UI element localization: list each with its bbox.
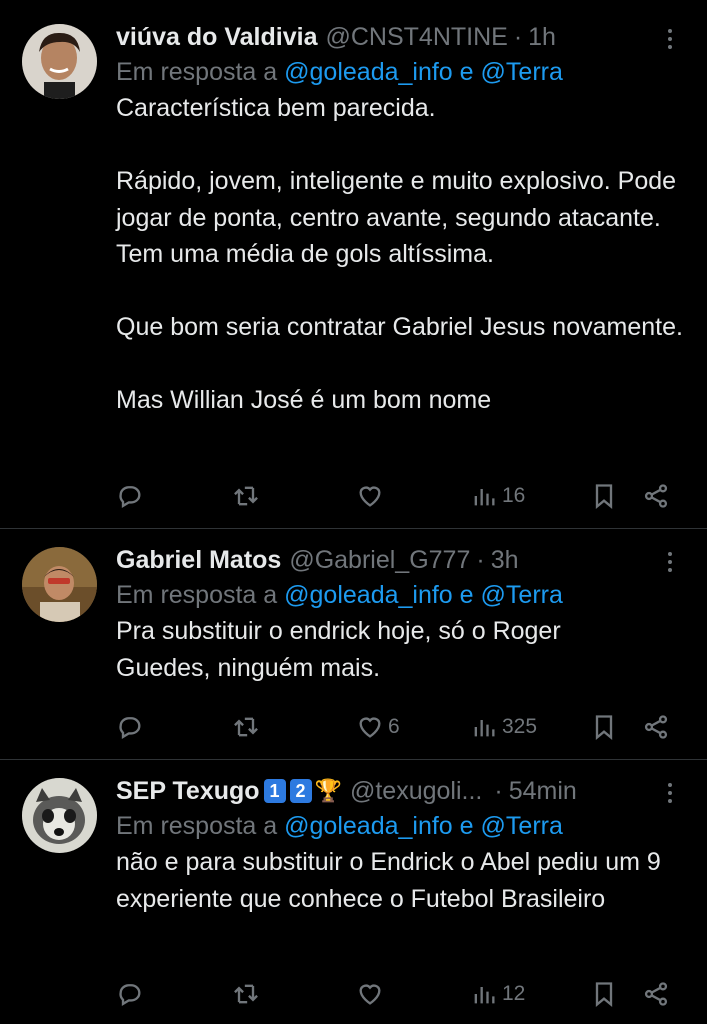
views-count: 325 [502, 715, 538, 738]
more-icon[interactable] [655, 24, 685, 54]
reply-context: Em resposta a @goleada_info e @Terra [116, 54, 685, 90]
reply-button[interactable] [116, 476, 144, 516]
bookmark-button[interactable] [590, 974, 618, 1014]
retweet-icon [234, 486, 258, 506]
retweet-icon [234, 984, 258, 1004]
reply-context: Em resposta a @goleada_info e @Terra [116, 577, 685, 613]
reply-context: Em resposta a @goleada_info e @Terra [116, 808, 685, 844]
like-icon [359, 486, 381, 507]
views-button[interactable]: 325 [470, 707, 537, 747]
share-button[interactable] [642, 974, 670, 1014]
display-name[interactable]: SEP Texugo [116, 777, 260, 806]
like-icon [359, 984, 381, 1005]
share-icon [644, 982, 668, 1006]
share-icon [644, 484, 668, 508]
tweet-text: Característica bem parecida. Rápido, jov… [116, 90, 685, 419]
mention-link[interactable]: @goleada_info [284, 812, 453, 840]
bookmark-icon [595, 715, 613, 740]
separator-dot: · [513, 22, 523, 51]
action-bar: 6 325 [116, 707, 685, 747]
retweet-button[interactable] [232, 974, 260, 1014]
retweet-icon [234, 717, 258, 737]
mention-link[interactable]: @goleada_info [284, 58, 453, 86]
reply-and[interactable]: e [460, 812, 474, 840]
separator-dot: · [494, 776, 503, 805]
more-icon[interactable] [655, 547, 685, 577]
tweet-paragraph: Rápido, jovem, inteligente e muito explo… [116, 167, 677, 268]
avatar[interactable] [22, 24, 97, 99]
bookmark-button[interactable] [590, 476, 618, 516]
tweet-paragraph: Mas Willian José é um bom nome [116, 386, 492, 414]
display-name[interactable]: viúva do Valdivia [116, 23, 317, 52]
timestamp[interactable]: 54min [509, 777, 577, 806]
reply-prefix: Em resposta a [116, 58, 278, 86]
number-badge: 2 [289, 779, 312, 803]
timestamp[interactable]: 3h [491, 546, 519, 575]
views-count: 16 [502, 484, 526, 507]
action-bar: 12 [116, 974, 685, 1014]
bookmark-icon [595, 982, 613, 1007]
reply-and[interactable]: e [460, 581, 474, 609]
reply-icon [119, 984, 141, 1006]
reply-icon [119, 486, 141, 508]
retweet-button[interactable] [232, 707, 260, 747]
bookmark-icon [595, 484, 613, 509]
reply-and[interactable]: e [460, 58, 474, 86]
avatar[interactable] [22, 778, 97, 853]
reply-button[interactable] [116, 974, 144, 1014]
tweet-text: Pra substituir o endrick hoje, só o Roge… [116, 613, 636, 686]
number-badge: 1 [263, 779, 286, 803]
timestamp[interactable]: 1h [528, 23, 556, 52]
tweet-paragraph: Que bom seria contratar Gabriel Jesus no… [116, 313, 683, 341]
mention-link[interactable]: @Terra [481, 812, 563, 840]
views-button[interactable]: 16 [470, 476, 525, 516]
like-button[interactable]: 6 [356, 707, 400, 747]
mention-link[interactable]: @Terra [481, 581, 563, 609]
tweet[interactable]: Gabriel Matos @Gabriel_G777 · 3h Em resp… [0, 529, 707, 760]
tweet-paragraph: Característica bem parecida. [116, 94, 436, 122]
tweet-paragraph: não e para substituir o Endrick o Abel p… [116, 848, 661, 913]
trophy-icon: 🏆 [314, 778, 342, 803]
tweet[interactable]: SEP Texugo 1 2 🏆 @texugoli... · 54min Em… [0, 760, 707, 1024]
share-icon [644, 715, 668, 739]
reply-icon [119, 717, 141, 739]
views-icon [474, 987, 495, 1004]
reply-prefix: Em resposta a [116, 581, 278, 609]
display-name[interactable]: Gabriel Matos [116, 546, 281, 575]
user-handle[interactable]: @CNST4NTINE [325, 23, 507, 52]
views-icon [474, 720, 495, 737]
tweet-text: não e para substituir o Endrick o Abel p… [116, 844, 676, 917]
action-bar: 16 [116, 476, 685, 516]
mention-link[interactable]: @goleada_info [284, 581, 453, 609]
more-icon[interactable] [655, 778, 685, 808]
like-icon [359, 717, 381, 738]
like-count: 6 [388, 715, 400, 738]
views-icon [474, 489, 495, 506]
views-count: 12 [502, 982, 526, 1005]
reply-button[interactable] [116, 707, 144, 747]
like-button[interactable] [356, 476, 388, 516]
user-handle[interactable]: @Gabriel_G777 [289, 546, 470, 575]
like-button[interactable] [356, 974, 388, 1014]
retweet-button[interactable] [232, 476, 260, 516]
avatar[interactable] [22, 547, 97, 622]
views-button[interactable]: 12 [470, 974, 525, 1014]
tweet-paragraph: Pra substituir o endrick hoje, só o Roge… [116, 617, 561, 682]
bookmark-button[interactable] [590, 707, 618, 747]
tweet[interactable]: viúva do Valdivia @CNST4NTINE · 1h Em re… [0, 0, 707, 529]
reply-prefix: Em resposta a [116, 812, 278, 840]
mention-link[interactable]: @Terra [481, 58, 563, 86]
share-button[interactable] [642, 707, 670, 747]
separator-dot: · [476, 545, 485, 574]
user-handle[interactable]: @texugoli... [350, 777, 482, 806]
share-button[interactable] [642, 476, 670, 516]
